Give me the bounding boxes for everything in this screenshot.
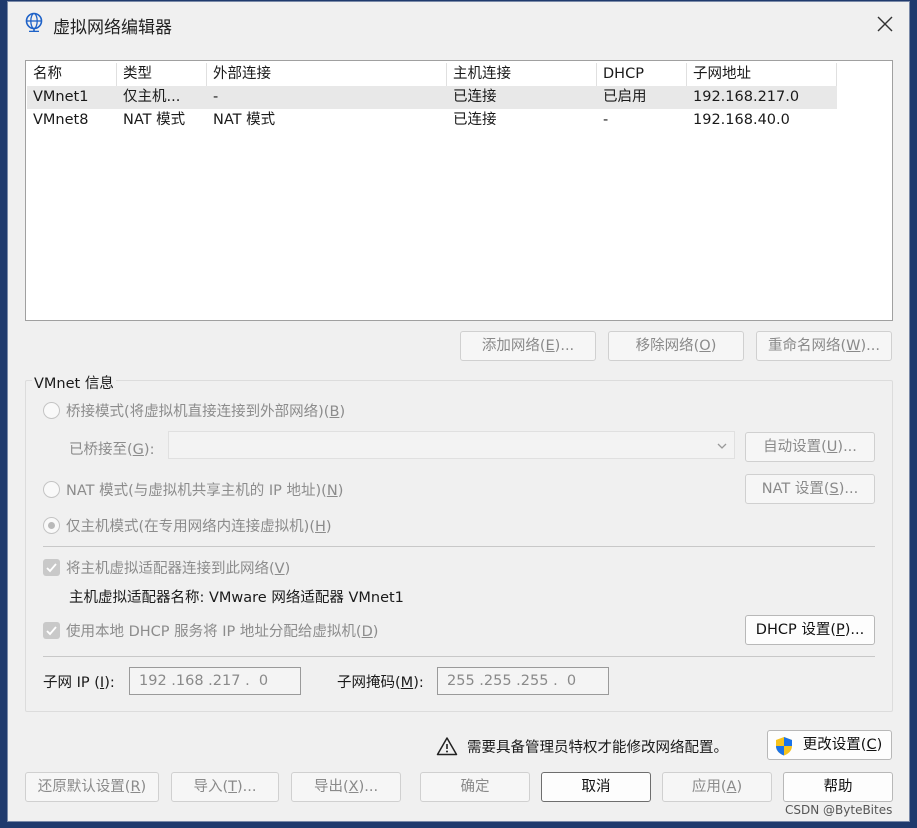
rename-network-hotkey: W	[846, 338, 861, 354]
apply-button[interactable]: 应用(A)	[662, 772, 772, 802]
ok-button[interactable]: 确定	[420, 772, 530, 802]
cell-dhcp: 已启用	[603, 89, 647, 105]
add-network-tail: )...	[554, 338, 575, 354]
checkmark-icon	[46, 626, 57, 636]
uac-shield-icon	[776, 737, 792, 756]
cell-type: NAT 模式	[123, 112, 186, 128]
nat-settings-button[interactable]: NAT 设置(S)...	[745, 474, 875, 504]
title-bar: 虚拟网络编辑器	[8, 2, 909, 44]
cell-dhcp: -	[603, 112, 609, 128]
nat-mode-label: NAT 模式(与虚拟机共享主机的 IP 地址)(N)	[66, 483, 344, 499]
add-network-label: 添加网络(	[481, 338, 546, 354]
help-button[interactable]: 帮助	[783, 772, 893, 802]
warning-icon	[436, 737, 458, 756]
bridged-to-label: 已桥接至(G):	[69, 442, 155, 458]
dhcp-settings-button[interactable]: DHCP 设置(P)...	[745, 615, 875, 645]
import-button[interactable]: 导入(T)...	[171, 772, 279, 802]
bridged-mode-label: 桥接模式(将虚拟机直接连接到外部网络)(B)	[66, 404, 346, 420]
connect-adapter-label: 将主机虚拟适配器连接到此网络(V)	[66, 561, 291, 577]
table-row[interactable]: VMnet8 NAT 模式 NAT 模式 已连接 - 192.168.40.0	[27, 109, 837, 132]
cell-host: 已连接	[453, 112, 497, 128]
cancel-button[interactable]: 取消	[541, 772, 651, 802]
cell-subnet: 192.168.217.0	[693, 89, 800, 105]
nat-mode-radio[interactable]	[43, 481, 60, 498]
watermark-text: CSDN @ByteBites	[785, 803, 893, 817]
cell-type: 仅主机...	[123, 89, 181, 105]
rename-network-tail: )...	[860, 338, 880, 354]
cell-name: VMnet1	[33, 89, 89, 105]
window-title: 虚拟网络编辑器	[53, 18, 172, 38]
remove-network-tail: )	[710, 338, 717, 354]
rename-network-label: 重命名网络(	[768, 338, 847, 354]
rename-network-button[interactable]: 重命名网络(W)...	[756, 331, 892, 361]
column-header-subnet[interactable]: 子网地址	[687, 63, 837, 86]
network-list[interactable]: 名称 类型 外部连接 主机连接 DHCP 子网地址 VMnet1 仅主机... …	[25, 60, 893, 321]
close-button[interactable]	[871, 10, 899, 38]
use-dhcp-checkbox[interactable]	[43, 622, 60, 639]
add-network-button[interactable]: 添加网络(E)...	[460, 331, 596, 361]
host-only-mode-label: 仅主机模式(在专用网络内连接虚拟机)(H)	[66, 519, 332, 535]
table-row[interactable]: VMnet1 仅主机... - 已连接 已启用 192.168.217.0	[27, 86, 837, 109]
subnet-mask-input[interactable]: 255 .255 .255 . 0	[437, 667, 609, 695]
export-button[interactable]: 导出(X)...	[291, 772, 401, 802]
remove-network-hotkey: O	[699, 338, 711, 354]
network-globe-icon	[25, 12, 43, 32]
subnet-ip-label: 子网 IP (I):	[43, 675, 115, 691]
chevron-down-icon	[717, 443, 727, 449]
column-header-dhcp[interactable]: DHCP	[597, 63, 687, 86]
subnet-mask-label: 子网掩码(M):	[337, 675, 424, 691]
virtual-network-editor-window: 虚拟网络编辑器 名称 类型 外部连接 主机连接 DHCP 子网地址 VMnet1…	[7, 1, 910, 822]
checkmark-icon	[46, 563, 57, 573]
cell-name: VMnet8	[33, 112, 89, 128]
close-icon	[877, 16, 893, 32]
change-settings-button[interactable]: 更改设置(C)	[767, 730, 892, 760]
divider	[43, 546, 875, 547]
remove-network-label: 移除网络(	[635, 338, 700, 354]
use-dhcp-label: 使用本地 DHCP 服务将 IP 地址分配给虚拟机(D)	[66, 624, 379, 640]
list-header: 名称 类型 外部连接 主机连接 DHCP 子网地址	[27, 63, 837, 86]
vmnet-info-title: VMnet 信息	[32, 372, 116, 393]
cell-external: NAT 模式	[213, 112, 276, 128]
host-only-mode-radio[interactable]	[43, 517, 60, 534]
restore-defaults-button[interactable]: 还原默认设置(R)	[25, 772, 159, 802]
cell-host: 已连接	[453, 89, 497, 105]
column-header-external[interactable]: 外部连接	[207, 63, 447, 86]
adapter-name-text: 主机虚拟适配器名称: VMware 网络适配器 VMnet1	[69, 590, 404, 606]
subnet-ip-input[interactable]: 192 .168 .217 . 0	[129, 667, 301, 695]
admin-notice-text: 需要具备管理员特权才能修改网络配置。	[467, 740, 728, 756]
bridged-mode-radio[interactable]	[43, 402, 60, 419]
divider	[43, 656, 875, 657]
connect-adapter-checkbox[interactable]	[43, 559, 60, 576]
cell-external: -	[213, 89, 219, 105]
auto-settings-button[interactable]: 自动设置(U)...	[745, 432, 875, 462]
column-header-name[interactable]: 名称	[27, 63, 117, 86]
remove-network-button[interactable]: 移除网络(O)	[608, 331, 744, 361]
cell-subnet: 192.168.40.0	[693, 112, 790, 128]
column-header-host[interactable]: 主机连接	[447, 63, 597, 86]
column-header-type[interactable]: 类型	[117, 63, 207, 86]
bridged-to-select[interactable]	[168, 431, 735, 459]
add-network-hotkey: E	[545, 338, 555, 354]
